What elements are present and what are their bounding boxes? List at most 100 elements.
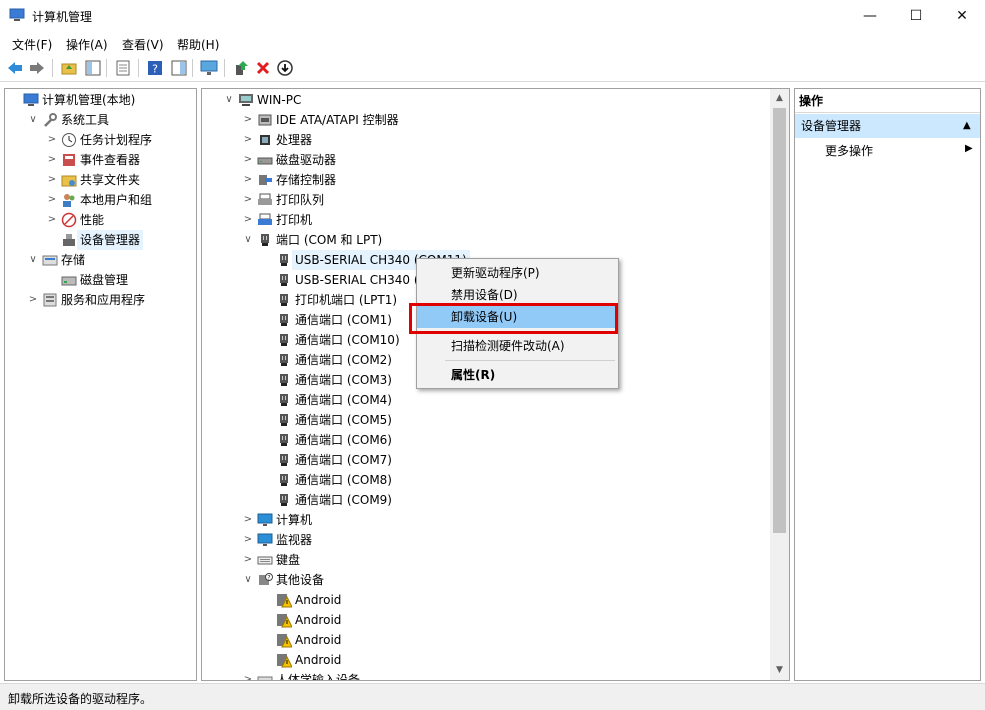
expand-arrow-icon[interactable]: > — [47, 170, 57, 190]
tree-item[interactable]: > 性能 — [5, 210, 196, 230]
tree-item[interactable]: > 服务和应用程序 — [5, 290, 196, 310]
collapse-arrow-icon[interactable]: ∨ — [224, 90, 234, 110]
tree-item[interactable]: ∨ 存储 — [5, 250, 196, 270]
warning-device-icon — [276, 652, 293, 668]
tree-item[interactable]: Android — [202, 650, 769, 670]
menu-help[interactable]: 帮助(H) — [177, 36, 219, 53]
tree-item-label: Android — [295, 613, 342, 627]
tree-item[interactable]: 通信端口 (COM5) — [202, 410, 769, 430]
tree-item[interactable]: 通信端口 (COM9) — [202, 490, 769, 510]
tree-item[interactable]: > 打印队列 — [202, 190, 769, 210]
tree-item[interactable]: > IDE ATA/ATAPI 控制器 — [202, 110, 769, 130]
expand-arrow-icon[interactable]: > — [243, 170, 253, 190]
actions-section-device-manager[interactable]: 设备管理器 ▲ — [795, 114, 980, 138]
actions-section-label: 设备管理器 — [801, 119, 862, 133]
scroll-up-icon[interactable]: ▲ — [770, 93, 789, 103]
expand-arrow-icon[interactable]: > — [47, 150, 57, 170]
collapse-arrow-icon[interactable]: ∨ — [243, 570, 253, 590]
hid-icon — [257, 672, 273, 680]
menu-item-properties[interactable]: 属性(R) — [417, 364, 618, 386]
tree-item[interactable]: > 磁盘驱动器 — [202, 150, 769, 170]
expand-arrow-icon[interactable]: > — [243, 210, 253, 230]
forward-arrow-icon[interactable] — [28, 59, 46, 77]
tree-item-label: 打印机 — [276, 213, 313, 227]
status-text: 卸载所选设备的驱动程序。 — [8, 692, 153, 706]
collapse-arrow-icon[interactable]: ∨ — [28, 110, 38, 130]
tree-item[interactable]: > 计算机 — [202, 510, 769, 530]
minimize-button[interactable]: — — [847, 0, 893, 32]
keyboard-icon — [257, 552, 273, 568]
expand-arrow-icon[interactable]: > — [243, 190, 253, 210]
tree-item-label: Android — [295, 653, 342, 667]
menu-item-update-driver[interactable]: 更新驱动程序(P) — [417, 262, 618, 284]
port-icon — [276, 312, 292, 328]
tree-item-label: 设备管理器 — [77, 230, 144, 250]
tree-item[interactable]: Android — [202, 610, 769, 630]
tree-item[interactable]: ∨? 其他设备 — [202, 570, 769, 590]
monitor-icon[interactable] — [200, 59, 218, 77]
menu-item-scan-hardware[interactable]: 扫描检测硬件改动(A) — [417, 335, 618, 357]
help-icon[interactable]: ? — [146, 59, 164, 77]
tree-item[interactable]: ∨ WIN-PC — [202, 90, 769, 110]
expand-arrow-icon[interactable]: > — [47, 130, 57, 150]
tree-item[interactable]: ∨ 系统工具 — [5, 110, 196, 130]
expand-arrow-icon[interactable]: > — [243, 550, 253, 570]
tree-item[interactable]: 通信端口 (COM6) — [202, 430, 769, 450]
menu-file[interactable]: 文件(F) — [12, 36, 52, 53]
tree-item[interactable]: > 人体学输入设备 — [202, 670, 769, 680]
expand-arrow-icon[interactable]: > — [47, 190, 57, 210]
tree-item[interactable]: Android — [202, 630, 769, 650]
up-folder-icon[interactable] — [60, 59, 78, 77]
action-pane-icon[interactable] — [170, 59, 188, 77]
collapse-arrow-icon[interactable]: ∨ — [243, 230, 253, 250]
update-driver-icon[interactable] — [232, 59, 250, 77]
tree-item-label: 端口 (COM 和 LPT) — [276, 233, 383, 247]
collapse-up-icon[interactable]: ▲ — [963, 114, 971, 138]
scrollbar-thumb[interactable] — [773, 108, 786, 533]
uninstall-icon[interactable] — [254, 59, 272, 77]
clock-icon — [61, 132, 77, 148]
warning-device-icon — [276, 592, 293, 608]
expand-arrow-icon[interactable]: > — [28, 290, 38, 310]
tree-item[interactable]: Android — [202, 590, 769, 610]
tree-item[interactable]: 磁盘管理 — [5, 270, 196, 290]
more-actions-item[interactable]: 更多操作 — [825, 142, 873, 159]
tree-item[interactable]: > 本地用户和组 — [5, 190, 196, 210]
tree-item[interactable]: ∨ 端口 (COM 和 LPT) — [202, 230, 769, 250]
tree-item[interactable]: 通信端口 (COM7) — [202, 450, 769, 470]
tree-item-label: 通信端口 (COM4) — [295, 393, 392, 407]
actions-header: 操作 — [795, 89, 980, 113]
expand-arrow-icon[interactable]: > — [243, 530, 253, 550]
tree-item[interactable]: > 键盘 — [202, 550, 769, 570]
menu-view[interactable]: 查看(V) — [122, 36, 164, 53]
back-arrow-icon[interactable] — [6, 59, 24, 77]
menu-action[interactable]: 操作(A) — [66, 36, 108, 53]
toolbar: ? — [0, 54, 985, 82]
tree-item[interactable]: > 监视器 — [202, 530, 769, 550]
port-icon — [276, 412, 292, 428]
expand-arrow-icon[interactable]: > — [243, 150, 253, 170]
scroll-down-icon[interactable]: ▼ — [770, 665, 789, 675]
expand-arrow-icon[interactable]: > — [243, 110, 253, 130]
tree-item[interactable]: 通信端口 (COM8) — [202, 470, 769, 490]
tree-item[interactable]: 设备管理器 — [5, 230, 196, 250]
collapse-arrow-icon[interactable]: ∨ — [28, 250, 38, 270]
expand-arrow-icon[interactable]: > — [47, 210, 57, 230]
expand-arrow-icon[interactable]: > — [243, 670, 253, 680]
tree-item[interactable]: > 事件查看器 — [5, 150, 196, 170]
tree-item-label: 计算机管理(本地) — [42, 93, 136, 107]
tree-item[interactable]: > 任务计划程序 — [5, 130, 196, 150]
show-hide-tree-icon[interactable] — [84, 59, 102, 77]
expand-arrow-icon[interactable]: > — [243, 510, 253, 530]
tree-item[interactable]: > 存储控制器 — [202, 170, 769, 190]
tree-item[interactable]: 计算机管理(本地) — [5, 90, 196, 110]
tree-item[interactable]: > 共享文件夹 — [5, 170, 196, 190]
scan-icon[interactable] — [276, 59, 294, 77]
tree-item[interactable]: 通信端口 (COM4) — [202, 390, 769, 410]
tree-item[interactable]: > 打印机 — [202, 210, 769, 230]
maximize-button[interactable]: ☐ — [893, 0, 939, 32]
expand-arrow-icon[interactable]: > — [243, 130, 253, 150]
properties-icon[interactable] — [114, 59, 132, 77]
close-button[interactable]: ✕ — [939, 0, 985, 32]
tree-item[interactable]: > 处理器 — [202, 130, 769, 150]
